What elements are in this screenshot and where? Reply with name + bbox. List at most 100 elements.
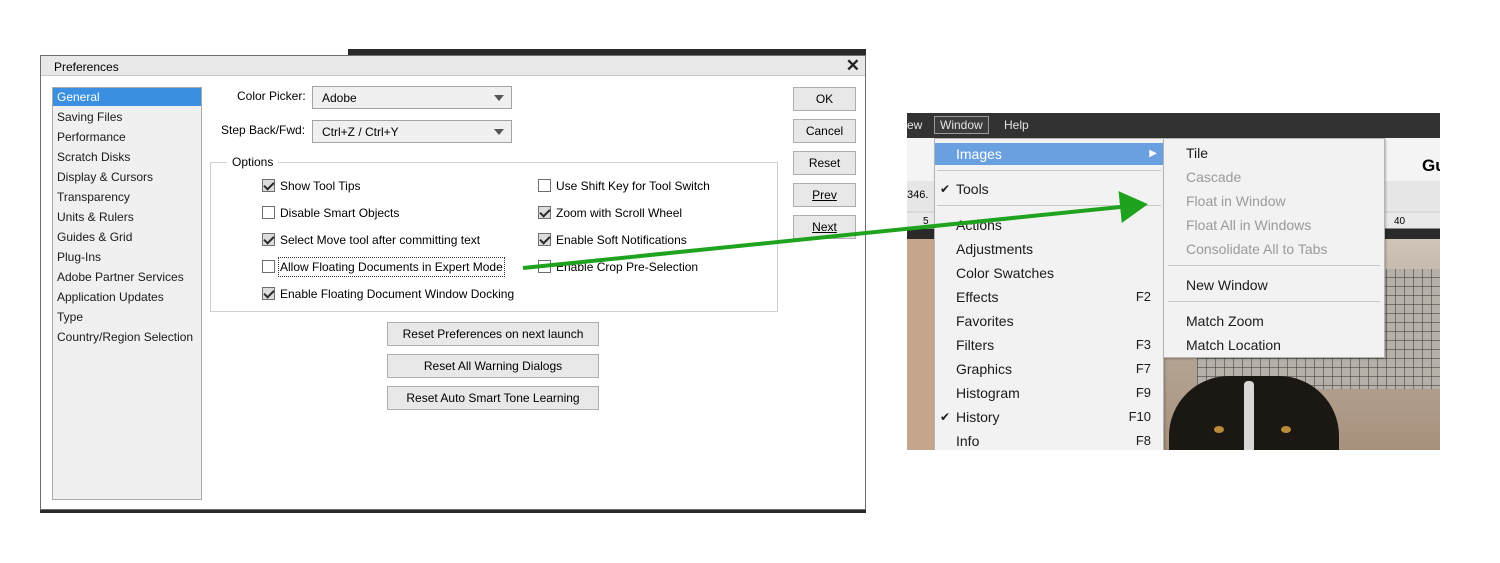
category-plug-ins[interactable]: Plug-Ins [53, 248, 201, 266]
menu-bar: ew Window Help [907, 113, 1440, 138]
ruler-tick: 5 [923, 216, 929, 227]
category-performance[interactable]: Performance [53, 128, 201, 146]
menu-separator [937, 170, 1161, 171]
dog-eye [1214, 426, 1224, 433]
submenu-item-consolidate: Consolidate All to Tabs [1186, 241, 1328, 257]
menu-shortcut: F9 [1135, 385, 1151, 400]
submenu-item-match-location[interactable]: Match Location [1186, 337, 1281, 353]
preferences-dialog: Preferences ✕ General Saving Files Perfo… [40, 55, 866, 510]
reset-preferences-button[interactable]: Reset Preferences on next launch [387, 322, 599, 346]
chevron-down-icon [494, 95, 504, 101]
category-saving-files[interactable]: Saving Files [53, 108, 201, 126]
menu-item-filters[interactable]: Filters F3 [935, 334, 1163, 356]
menu-item-label: Actions [956, 217, 1002, 233]
color-picker-label: Color Picker: [237, 89, 306, 103]
checkbox[interactable] [538, 179, 551, 192]
category-general[interactable]: General [53, 88, 201, 106]
options-legend: Options [227, 155, 279, 169]
category-guides-grid[interactable]: Guides & Grid [53, 228, 201, 246]
menu-item-effects[interactable]: Effects F2 [935, 286, 1163, 308]
menu-item-favorites[interactable]: Favorites [935, 310, 1163, 332]
category-country-region[interactable]: Country/Region Selection [53, 328, 201, 346]
checkbox[interactable] [262, 260, 275, 273]
next-button[interactable]: Next [793, 215, 856, 239]
menu-item-history[interactable]: ✔ History F10 [935, 406, 1163, 428]
menu-item-graphics[interactable]: Graphics F7 [935, 358, 1163, 380]
cancel-button[interactable]: Cancel [793, 119, 856, 143]
prev-button[interactable]: Prev [793, 183, 856, 207]
checkbox[interactable] [262, 233, 275, 246]
images-submenu: Tile Cascade Float in Window Float All i… [1163, 138, 1385, 358]
submenu-item-float-in-window: Float in Window [1186, 193, 1286, 209]
chevron-down-icon [494, 129, 504, 135]
submenu-item-cascade: Cascade [1186, 169, 1242, 185]
option-label: Enable Crop Pre-Selection [556, 260, 699, 274]
menu-window[interactable]: Window [934, 116, 989, 134]
option-label: Enable Floating Document Window Docking [280, 287, 515, 301]
submenu-item-new-window[interactable]: New Window [1186, 277, 1268, 293]
step-back-fwd-dropdown[interactable]: Ctrl+Z / Ctrl+Y [312, 120, 512, 143]
category-list[interactable]: General Saving Files Performance Scratch… [52, 87, 202, 500]
menu-view-partial[interactable]: ew [907, 118, 922, 132]
close-icon[interactable]: ✕ [846, 56, 860, 75]
menu-separator [937, 205, 1161, 206]
option-label: Enable Soft Notifications [556, 233, 687, 247]
menu-item-label: Histogram [956, 385, 1020, 401]
menu-item-label: History [956, 409, 1000, 425]
checkbox[interactable] [538, 233, 551, 246]
submenu-item-match-zoom[interactable]: Match Zoom [1186, 313, 1264, 329]
checkbox[interactable] [538, 206, 551, 219]
menu-item-tools[interactable]: ✔ Tools [935, 178, 1163, 200]
submenu-separator [1168, 301, 1380, 302]
wall-area [907, 239, 935, 450]
ruler-tick: 40 [1394, 216, 1406, 227]
dog-photo [1169, 376, 1339, 450]
menu-item-color-swatches[interactable]: Color Swatches [935, 262, 1163, 284]
color-picker-dropdown[interactable]: Adobe [312, 86, 512, 109]
checkbox[interactable] [262, 179, 275, 192]
reset-warning-dialogs-button[interactable]: Reset All Warning Dialogs [387, 354, 599, 378]
options-partial-text: Gu [1422, 156, 1440, 175]
checkbox[interactable] [538, 260, 551, 273]
submenu-item-tile[interactable]: Tile [1186, 145, 1208, 161]
menu-help[interactable]: Help [1004, 118, 1029, 132]
reset-button[interactable]: Reset [793, 151, 856, 175]
category-type[interactable]: Type [53, 308, 201, 326]
checkbox[interactable] [262, 206, 275, 219]
menu-item-info[interactable]: Info F8 [935, 430, 1163, 450]
dog-eye [1281, 426, 1291, 433]
dialog-title-bar[interactable]: Preferences ✕ [41, 56, 865, 76]
menu-item-images[interactable]: Images ▶ [935, 143, 1163, 165]
category-units-rulers[interactable]: Units & Rulers [53, 208, 201, 226]
ok-button[interactable]: OK [793, 87, 856, 111]
category-display-cursors[interactable]: Display & Cursors [53, 168, 201, 186]
category-adobe-partner-services[interactable]: Adobe Partner Services [53, 268, 201, 286]
menu-item-label: Effects [956, 289, 999, 305]
menu-item-actions[interactable]: Actions [935, 214, 1163, 236]
option-label: Zoom with Scroll Wheel [556, 206, 683, 220]
menu-shortcut: F3 [1135, 337, 1151, 352]
dialog-title: Preferences [54, 60, 119, 74]
category-transparency[interactable]: Transparency [53, 188, 201, 206]
submenu-separator [1168, 265, 1380, 266]
submenu-arrow-icon: ▶ [1149, 148, 1157, 159]
color-picker-value: Adobe [322, 91, 357, 105]
menu-shortcut: F7 [1135, 361, 1151, 376]
menu-item-histogram[interactable]: Histogram F9 [935, 382, 1163, 404]
menu-item-label: Color Swatches [956, 265, 1055, 281]
option-label: Disable Smart Objects [280, 206, 400, 220]
option-label: Select Move tool after committing text [280, 233, 481, 247]
category-scratch-disks[interactable]: Scratch Disks [53, 148, 201, 166]
option-label: Show Tool Tips [280, 179, 361, 193]
step-back-fwd-value: Ctrl+Z / Ctrl+Y [322, 125, 399, 139]
submenu-item-float-all: Float All in Windows [1186, 217, 1312, 233]
checkbox[interactable] [262, 287, 275, 300]
option-label: Use Shift Key for Tool Switch [556, 179, 710, 193]
reset-smart-tone-button[interactable]: Reset Auto Smart Tone Learning [387, 386, 599, 410]
menu-item-adjustments[interactable]: Adjustments [935, 238, 1163, 260]
background-strip-bottom [40, 510, 866, 513]
category-application-updates[interactable]: Application Updates [53, 288, 201, 306]
menu-shortcut: F10 [1128, 409, 1151, 424]
check-icon: ✔ [940, 410, 951, 424]
menu-item-label: Info [956, 433, 980, 449]
